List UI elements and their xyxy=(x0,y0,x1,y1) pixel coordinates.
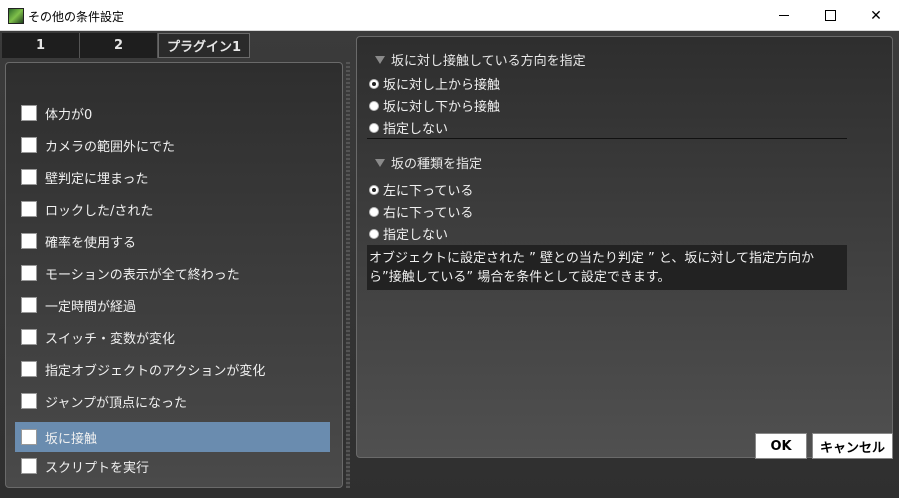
radio-button[interactable] xyxy=(369,100,379,111)
radio-label: 坂に対し上から接触 xyxy=(383,78,501,93)
condition-label: ジャンプが頂点になった xyxy=(45,395,187,411)
minimize-icon xyxy=(779,15,789,16)
maximize-button[interactable] xyxy=(807,0,853,31)
condition-item[interactable]: モーションの表示が全て終わった xyxy=(15,258,330,288)
condition-item-selected[interactable]: 坂に接触 xyxy=(15,422,330,452)
condition-item[interactable]: カメラの範囲外にでた xyxy=(15,130,330,160)
section-title: 坂の種類を指定 xyxy=(391,157,483,172)
radio-label: 左に下っている xyxy=(383,184,474,199)
cancel-button[interactable]: キャンセル xyxy=(812,433,893,459)
radio-option[interactable]: 坂に対し上から接触 xyxy=(369,74,500,93)
checkbox[interactable] xyxy=(21,429,37,445)
condition-label: カメラの範囲外にでた xyxy=(45,139,176,155)
panel-splitter[interactable] xyxy=(346,62,350,488)
condition-item[interactable]: ロックした/された xyxy=(15,194,330,224)
collapse-triangle-icon[interactable] xyxy=(375,55,385,64)
checkbox[interactable] xyxy=(21,201,37,217)
condition-label: スクリプトを実行 xyxy=(45,460,150,476)
radio-option[interactable]: 左に下っている xyxy=(369,180,473,199)
checkbox[interactable] xyxy=(21,265,37,281)
tab-1[interactable]: 1 xyxy=(2,33,80,58)
condition-list: 体力が0 カメラの範囲外にでた 壁判定に埋まった ロックした/された 確率を使用… xyxy=(5,62,343,488)
radio-option[interactable]: 右に下っている xyxy=(369,202,473,221)
slope-type-heading: 坂の種類を指定 xyxy=(375,153,482,172)
tab-bar: 1 2 プラグイン1 xyxy=(2,33,250,58)
condition-item[interactable]: 体力が0 xyxy=(15,98,330,128)
condition-label: スイッチ・変数が変化 xyxy=(45,331,176,347)
condition-label: 指定オブジェクトのアクションが変化 xyxy=(45,363,266,379)
checkbox[interactable] xyxy=(21,137,37,153)
radio-option[interactable]: 指定しない xyxy=(369,118,448,137)
condition-label: 体力が0 xyxy=(45,107,93,123)
checkbox[interactable] xyxy=(21,458,37,474)
checkbox[interactable] xyxy=(21,105,37,121)
window-title: その他の条件設定 xyxy=(28,10,125,24)
checkbox[interactable] xyxy=(21,393,37,409)
condition-label: 壁判定に埋まった xyxy=(45,171,149,187)
checkbox[interactable] xyxy=(21,329,37,345)
radio-option[interactable]: 指定しない xyxy=(369,224,448,243)
radio-label: 坂に対し下から接触 xyxy=(383,100,501,115)
description-box: オブジェクトに設定された ” 壁との当たり判定 ” と、坂に対して指定方向か ら… xyxy=(367,245,847,290)
dialog-body: 1 2 プラグイン1 体力が0 カメラの範囲外にでた 壁判定に埋まった ロックし… xyxy=(0,31,899,498)
condition-item[interactable]: スクリプトを実行 xyxy=(15,451,330,481)
checkbox[interactable] xyxy=(21,169,37,185)
checkbox[interactable] xyxy=(21,233,37,249)
settings-panel: 坂に対し接触している方向を指定 坂に対し上から接触 坂に対し下から接触 指定しな… xyxy=(356,36,893,458)
title-bar: その他の条件設定 ✕ xyxy=(0,0,899,31)
section-divider xyxy=(367,138,847,139)
tab-2[interactable]: 2 xyxy=(80,33,158,58)
condition-item[interactable]: ジャンプが頂点になった xyxy=(15,386,330,416)
collapse-triangle-icon[interactable] xyxy=(375,158,385,167)
description-line: ら”接触している” 場合を条件として設定できます。 xyxy=(369,270,671,285)
condition-item[interactable]: 一定時間が経過 xyxy=(15,290,330,320)
radio-button[interactable] xyxy=(369,122,379,133)
checkbox[interactable] xyxy=(21,361,37,377)
radio-button[interactable] xyxy=(369,78,379,89)
condition-label: 確率を使用する xyxy=(45,235,137,251)
condition-item[interactable]: スイッチ・変数が変化 xyxy=(15,322,330,352)
condition-label: ロックした/された xyxy=(45,203,154,219)
minimize-button[interactable] xyxy=(761,0,807,31)
radio-button[interactable] xyxy=(369,206,379,217)
radio-label: 右に下っている xyxy=(383,206,474,221)
condition-label: モーションの表示が全て終わった xyxy=(45,267,240,283)
maximize-icon xyxy=(824,10,836,21)
description-line: オブジェクトに設定された ” 壁との当たり判定 ” と、坂に対して指定方向か xyxy=(369,251,814,266)
radio-button[interactable] xyxy=(369,184,379,195)
section-title: 坂に対し接触している方向を指定 xyxy=(391,54,586,69)
condition-item[interactable]: 指定オブジェクトのアクションが変化 xyxy=(15,354,330,384)
checkbox[interactable] xyxy=(21,297,37,313)
radio-label: 指定しない xyxy=(383,228,449,243)
radio-button[interactable] xyxy=(369,228,379,239)
ok-button[interactable]: OK xyxy=(755,433,807,459)
condition-item[interactable]: 壁判定に埋まった xyxy=(15,162,330,192)
condition-label: 坂に接触 xyxy=(45,431,98,447)
radio-option[interactable]: 坂に対し下から接触 xyxy=(369,96,500,115)
app-icon xyxy=(8,8,24,24)
contact-direction-heading: 坂に対し接触している方向を指定 xyxy=(375,50,586,69)
close-button[interactable]: ✕ xyxy=(853,0,899,31)
tab-plugin1[interactable]: プラグイン1 xyxy=(158,33,250,58)
condition-item[interactable]: 確率を使用する xyxy=(15,226,330,256)
radio-label: 指定しない xyxy=(383,122,449,137)
close-icon: ✕ xyxy=(870,7,882,24)
condition-label: 一定時間が経過 xyxy=(45,299,137,315)
